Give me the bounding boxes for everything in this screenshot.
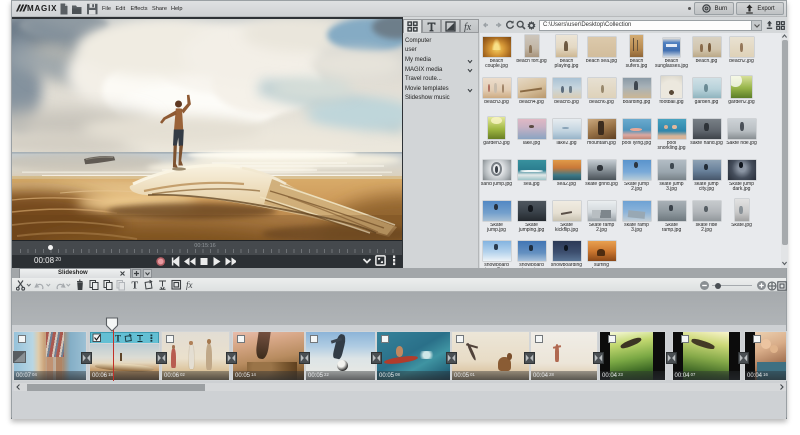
svg-text:T: T [132, 281, 139, 292]
svg-text:fx: fx [464, 22, 472, 32]
svg-text:T: T [115, 334, 121, 344]
